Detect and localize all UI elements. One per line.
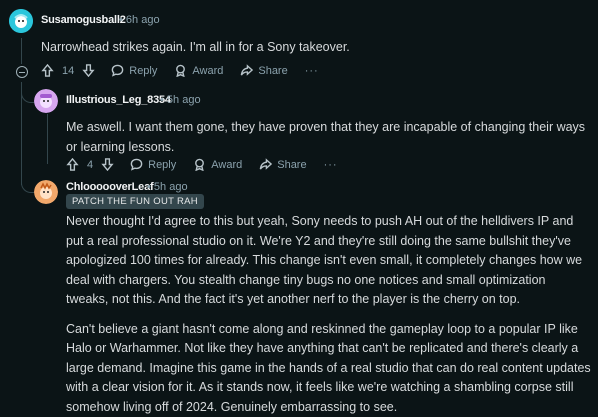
thread-connector: [21, 88, 35, 103]
award-button[interactable]: Award: [174, 64, 223, 77]
vote-control: 4: [66, 158, 114, 171]
reply-button[interactable]: Reply: [130, 158, 176, 171]
downvote-icon[interactable]: [82, 64, 95, 77]
comment-time: • 5h ago: [160, 94, 201, 106]
avatar[interactable]: [34, 180, 58, 204]
share-button[interactable]: Share: [240, 64, 287, 77]
comment-body: Never thought I'd agree to this but yeah…: [66, 212, 591, 417]
username[interactable]: Susamogusball2: [41, 14, 126, 26]
comment-actions: 14 Reply Award Share ···: [41, 64, 336, 77]
award-icon: [174, 64, 187, 77]
award-button[interactable]: Award: [193, 158, 242, 171]
comment-paragraph: Never thought I'd agree to this but yeah…: [66, 212, 591, 310]
upvote-icon[interactable]: [41, 64, 54, 77]
comment-time: • 6h ago: [119, 14, 160, 26]
comment-bubble-icon: [111, 64, 124, 77]
comment-body: Narrowhead strikes again. I'm all in for…: [41, 38, 581, 58]
reply-button[interactable]: Reply: [111, 64, 157, 77]
vote-control: 14: [41, 64, 95, 77]
user-flair: PATCH THE FUN OUT RAH: [66, 194, 204, 209]
award-icon: [193, 158, 206, 171]
comment-bubble-icon: [130, 158, 143, 171]
avatar[interactable]: [9, 9, 33, 33]
avatar[interactable]: [34, 89, 58, 113]
share-icon: [259, 158, 272, 171]
vote-count: 4: [87, 159, 93, 171]
downvote-icon[interactable]: [101, 158, 114, 171]
username[interactable]: Illustrious_Leg_8354: [66, 94, 171, 106]
comment-paragraph: Can't believe a giant hasn't come along …: [66, 320, 591, 417]
upvote-icon[interactable]: [66, 158, 79, 171]
more-options-button[interactable]: ···: [305, 65, 319, 77]
vote-count: 14: [62, 65, 74, 77]
comment-actions: 4 Reply Award Share ···: [66, 158, 355, 171]
more-options-button[interactable]: ···: [324, 159, 338, 171]
username[interactable]: ChloooooverLeaf: [66, 181, 153, 193]
thread-line: [47, 114, 48, 164]
share-button[interactable]: Share: [259, 158, 306, 171]
share-icon: [240, 64, 253, 77]
comment-time: • 5h ago: [147, 181, 188, 193]
collapse-thread-button[interactable]: [16, 66, 28, 78]
thread-connector: [21, 178, 35, 193]
comment-body: Me aswell. I want them gone, they have p…: [66, 118, 586, 157]
thread-line: [21, 38, 22, 64]
